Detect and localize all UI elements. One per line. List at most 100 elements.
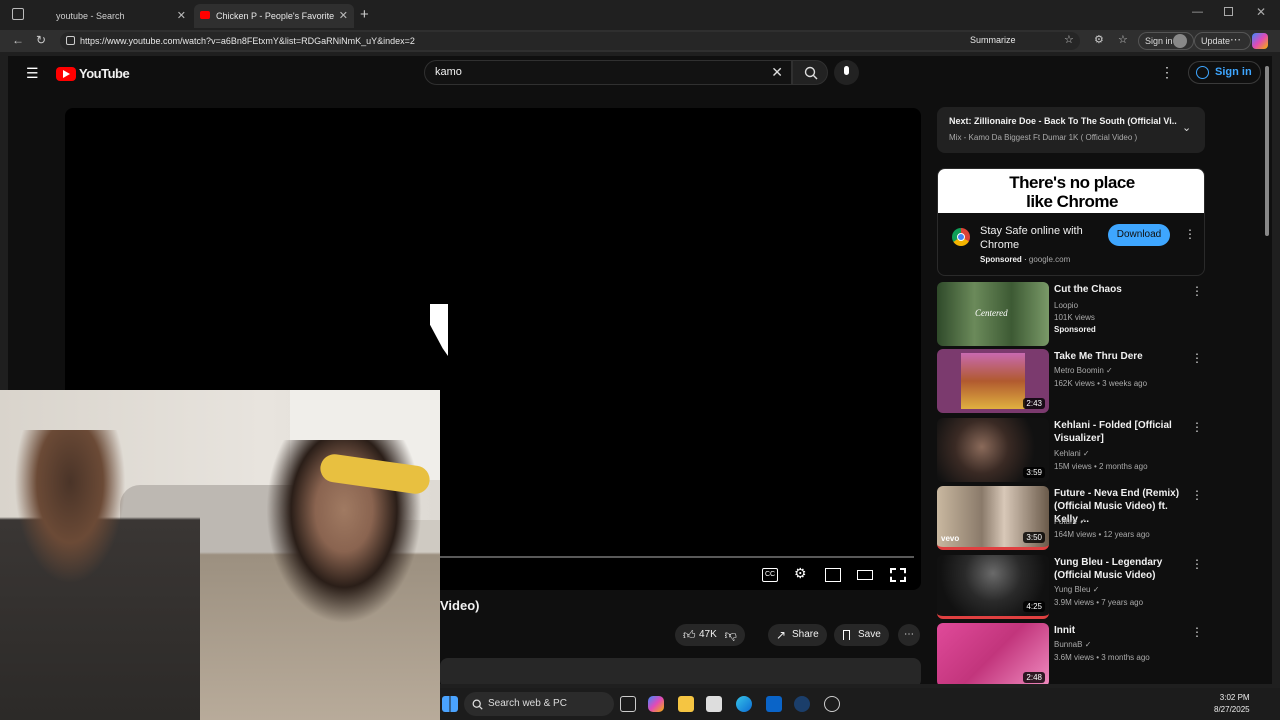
video-duration: 4:25 <box>1023 601 1045 612</box>
thumbs-down-icon[interactable]: 👎︎ <box>725 624 737 646</box>
kebab-menu-icon[interactable]: ⋮ <box>1191 351 1203 365</box>
clear-search-icon[interactable]: ✕ <box>771 61 783 84</box>
list-item[interactable]: 4:25 Yung Bleu - Legendary (Official Mus… <box>937 555 1205 619</box>
copilot-icon[interactable] <box>1252 33 1268 49</box>
favorite-star-icon[interactable]: ☆ <box>1064 33 1074 46</box>
like-button[interactable]: 👍︎ 47K 👎︎ <box>675 624 745 646</box>
list-item[interactable]: Centered Cut the Chaos Loopio 101K views… <box>937 282 1205 346</box>
extensions-icon[interactable]: ⚙ <box>1094 33 1104 46</box>
sponsored-ad[interactable]: There's no place like Chrome Stay Safe o… <box>937 168 1205 276</box>
video-title[interactable]: Cut the Chaos <box>1054 283 1192 296</box>
task-view-icon[interactable] <box>620 696 636 712</box>
steam-icon[interactable] <box>794 696 810 712</box>
tab-close-icon[interactable]: ✕ <box>339 9 348 22</box>
theater-mode-icon[interactable] <box>857 570 873 580</box>
captions-icon[interactable]: CC <box>762 568 778 582</box>
settings-gear-icon[interactable]: ⚙ <box>794 565 810 581</box>
summarize-button[interactable]: Summarize <box>970 35 1016 45</box>
album-art <box>961 353 1025 409</box>
kebab-menu-icon[interactable]: ⋮ <box>1191 625 1203 639</box>
taskbar-clock[interactable]: 3:02 PM 8/27/2025 <box>1214 692 1250 716</box>
favorites-icon[interactable]: ☆ <box>1118 33 1128 46</box>
app-icon[interactable] <box>824 696 840 712</box>
file-explorer-icon[interactable] <box>678 696 694 712</box>
description-box[interactable] <box>440 658 921 684</box>
tab-youtube-search[interactable]: youtube - Search ✕ <box>34 4 192 28</box>
playlist-next-panel[interactable]: Next: Zillionaire Doe - Back To The Sout… <box>937 107 1205 153</box>
url-field[interactable]: https://www.youtube.com/watch?v=a6Bn8FEt… <box>60 32 1080 50</box>
browser-update-button[interactable]: Update <box>1194 32 1252 50</box>
channel-label: Yung Bleu <box>1054 585 1091 594</box>
search-button[interactable] <box>792 60 828 85</box>
ad-download-button[interactable]: Download <box>1108 224 1170 246</box>
search-input[interactable]: kamo ✕ <box>424 60 792 85</box>
minimize-icon[interactable]: — <box>1192 6 1203 18</box>
fullscreen-icon[interactable] <box>890 568 906 582</box>
youtube-logo[interactable]: YouTube <box>56 66 130 81</box>
list-item[interactable]: vevo 3:50 Future - Neva End (Remix) (Off… <box>937 486 1205 550</box>
ad-banner[interactable]: There's no place like Chrome <box>938 169 1204 213</box>
site-info-icon[interactable] <box>66 36 75 45</box>
channel-label: Future <box>1054 517 1078 526</box>
tab-youtube-video[interactable]: Chicken P - People's Favorite (Re ✕ <box>194 4 354 28</box>
back-icon[interactable]: ← <box>12 33 24 47</box>
youtube-signin-button[interactable]: Sign in <box>1188 61 1261 84</box>
miniplayer-icon[interactable] <box>825 568 841 582</box>
share-button[interactable]: ↗ Share <box>768 624 827 646</box>
tab-close-icon[interactable]: ✕ <box>177 9 186 22</box>
save-label: Save <box>858 629 881 640</box>
channel-name[interactable]: Metro Boomin ✓ <box>1054 365 1113 376</box>
maximize-icon[interactable] <box>1224 7 1233 16</box>
vevo-label: vevo <box>941 534 960 543</box>
more-actions-button[interactable]: ⋯ <box>898 624 920 646</box>
outlook-icon[interactable] <box>766 696 782 712</box>
edge-browser-icon[interactable] <box>736 696 752 712</box>
kebab-menu-icon[interactable]: ⋮ <box>1191 420 1203 434</box>
channel-name[interactable]: Yung Bleu ✓ <box>1054 584 1099 595</box>
tab-actions-icon[interactable] <box>12 8 24 20</box>
ad-kebab-icon[interactable]: ⋮ <box>1184 227 1196 241</box>
clock-time: 3:02 PM <box>1219 693 1250 702</box>
video-title[interactable]: Kehlani - Folded [Official Visualizer] <box>1054 419 1192 445</box>
video-title[interactable]: Take Me Thru Dere <box>1054 350 1192 363</box>
list-item[interactable]: 2:48 Innit BunnaB ✓ 3.6M views • 3 month… <box>937 623 1205 684</box>
kebab-menu-icon[interactable]: ⋮ <box>1191 284 1203 298</box>
video-thumbnail[interactable]: Centered <box>937 282 1049 346</box>
page-scrollbar[interactable] <box>1264 56 1270 676</box>
video-thumbnail[interactable]: 4:25 <box>937 555 1049 619</box>
video-duration: 3:50 <box>1023 532 1045 543</box>
video-title[interactable]: Yung Bleu - Legendary (Official Music Vi… <box>1054 556 1192 582</box>
video-thumbnail[interactable]: vevo 3:50 <box>937 486 1049 550</box>
save-button[interactable]: Save <box>834 624 889 646</box>
list-item[interactable]: 2:43 Take Me Thru Dere Metro Boomin ✓ 16… <box>937 349 1205 413</box>
hamburger-menu-icon[interactable]: ☰ <box>26 65 39 82</box>
close-window-icon[interactable]: ✕ <box>1256 5 1266 19</box>
kebab-menu-icon[interactable]: ⋮ <box>1191 557 1203 571</box>
search-icon <box>472 699 483 710</box>
kebab-menu-icon[interactable]: ⋮ <box>1191 488 1203 502</box>
voice-search-button[interactable] <box>834 60 859 85</box>
store-icon[interactable] <box>706 696 722 712</box>
channel-name[interactable]: Future ✓ <box>1054 516 1086 527</box>
video-thumbnail[interactable]: 2:48 <box>937 623 1049 684</box>
refresh-icon[interactable]: ↻ <box>36 33 46 47</box>
channel-name[interactable]: Kehlani ✓ <box>1054 448 1090 459</box>
video-title[interactable]: Innit <box>1054 624 1192 637</box>
video-thumbnail[interactable]: 3:59 <box>937 418 1049 482</box>
video-thumbnail[interactable]: 2:43 <box>937 349 1049 413</box>
more-menu-icon[interactable]: ⋯ <box>1230 33 1241 46</box>
windows-start-icon[interactable] <box>442 696 458 712</box>
video-duration: 3:59 <box>1023 467 1045 478</box>
sponsored-label: Sponsored <box>1054 325 1096 334</box>
new-tab-icon[interactable]: + <box>360 6 369 23</box>
copilot-app-icon[interactable] <box>648 696 664 712</box>
taskbar-search[interactable]: Search web & PC <box>464 692 614 716</box>
scrollbar-thumb[interactable] <box>1265 66 1269 236</box>
channel-name[interactable]: BunnaB ✓ <box>1054 639 1091 650</box>
list-item[interactable]: 3:59 Kehlani - Folded [Official Visualiz… <box>937 418 1205 482</box>
verified-icon: ✓ <box>1092 585 1100 594</box>
browser-tab-bar: youtube - Search ✕ Chicken P - People's … <box>0 0 1280 30</box>
settings-kebab-icon[interactable]: ⋮ <box>1160 64 1174 81</box>
channel-name[interactable]: Loopio <box>1054 300 1078 311</box>
chevron-down-icon[interactable]: ⌄ <box>1182 121 1191 134</box>
